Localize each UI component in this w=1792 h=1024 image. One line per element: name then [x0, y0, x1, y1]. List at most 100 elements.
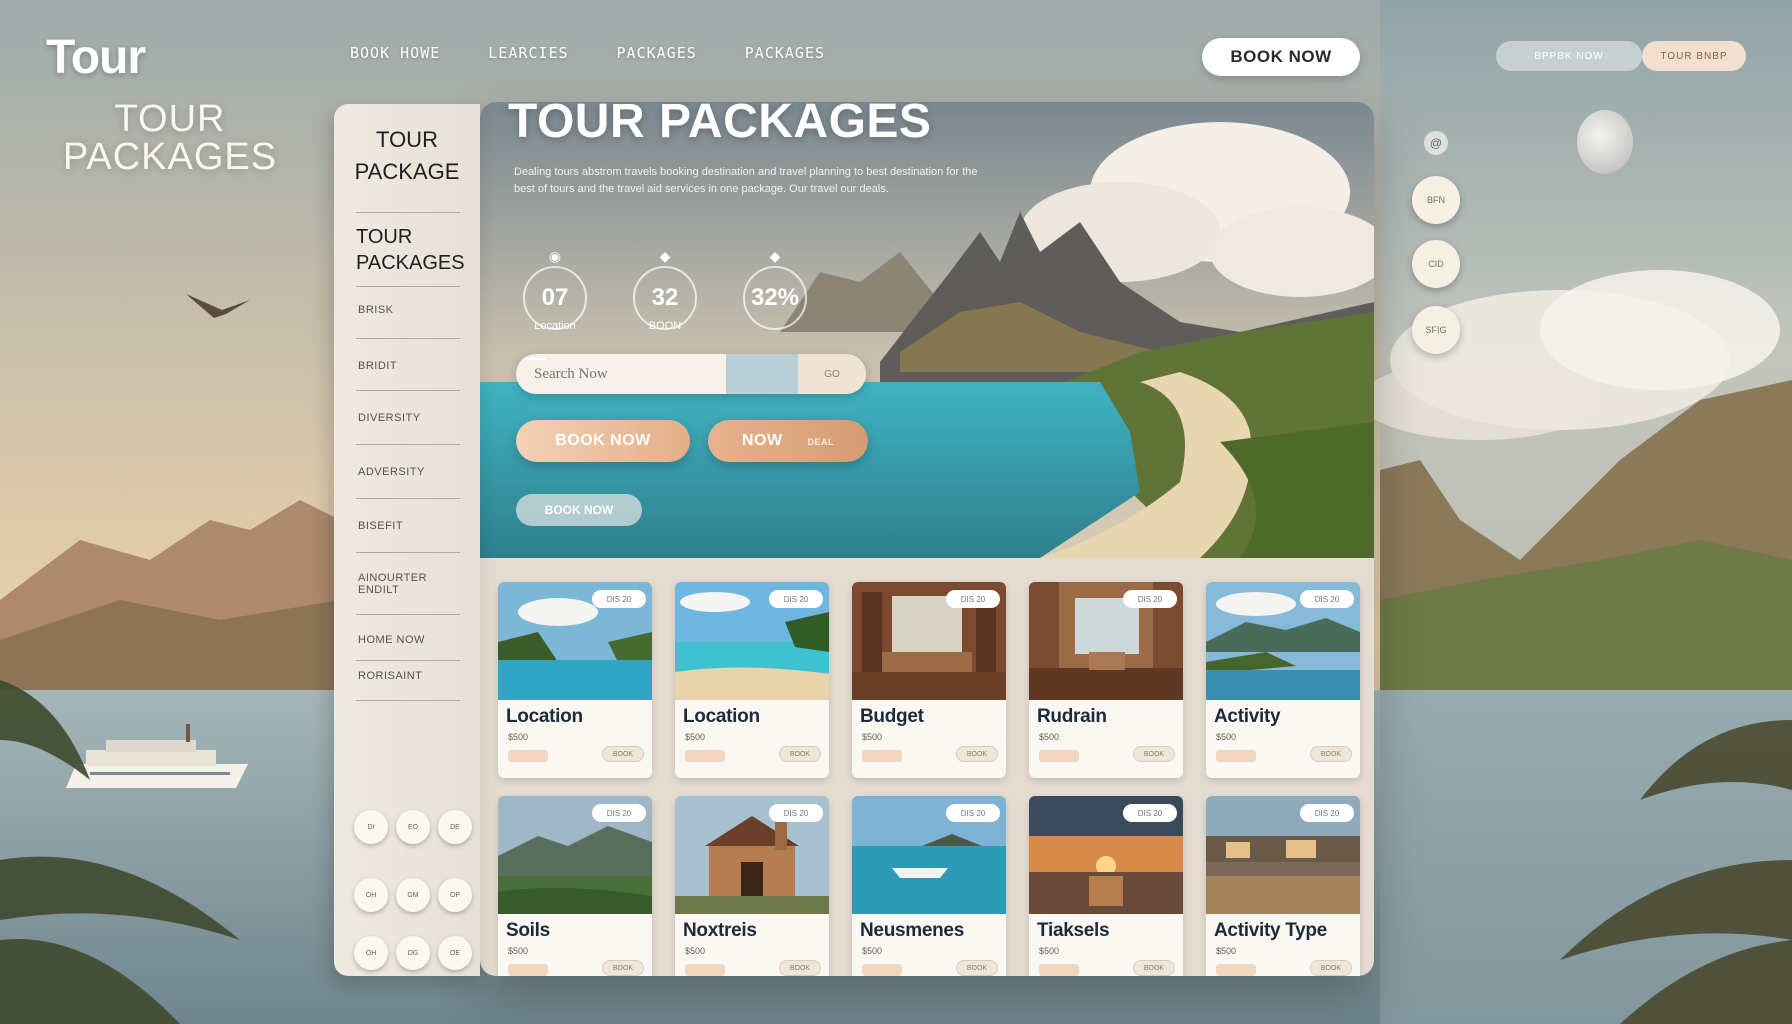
search-go-button[interactable]: GO — [798, 354, 866, 394]
dot-button[interactable]: EO — [396, 810, 430, 844]
dot-button[interactable]: GM — [396, 878, 430, 912]
package-card[interactable]: DIS 20 Tiaksels $500 BOOK — [1029, 796, 1183, 976]
card-badge: DIS 20 — [1300, 590, 1354, 608]
sidebar-dot-row: OH DG OE — [354, 936, 472, 970]
search-toggle[interactable] — [516, 354, 798, 394]
card-title: Noxtreis — [683, 920, 757, 941]
dot-button[interactable]: OH — [354, 936, 388, 970]
card-book-button[interactable]: BOOK — [1133, 960, 1175, 976]
nav-link-searches[interactable]: LEARCIES — [488, 44, 568, 62]
hero-book-now-button[interactable]: BOOK NOW — [516, 420, 690, 462]
card-price: $500 — [508, 732, 529, 742]
hero-now-button[interactable]: NOW DEAL — [708, 420, 868, 462]
nav-link-book-home[interactable]: BOOK HOWE — [350, 44, 440, 62]
card-badge: DIS 20 — [592, 590, 646, 608]
divider — [356, 614, 460, 615]
card-tag — [1039, 964, 1079, 976]
sidebar-item-diversity[interactable]: DIVERSITY — [358, 412, 458, 424]
card-book-button[interactable]: BOOK — [1310, 746, 1352, 762]
card-tag — [1216, 750, 1256, 762]
nav-book-now-button[interactable]: BOOK NOW — [1202, 38, 1360, 76]
card-image: DIS 20 — [1206, 796, 1360, 914]
nav-link-packages-2[interactable]: PACKAGES — [745, 44, 825, 62]
dot-button[interactable]: OH — [354, 878, 388, 912]
card-title: Activity Type — [1214, 920, 1327, 941]
package-card[interactable]: DIS 20 Neusmenes $500 BOOK — [852, 796, 1006, 976]
dot-button[interactable]: OP — [438, 878, 472, 912]
card-price: $500 — [1216, 732, 1237, 742]
card-image: DIS 20 — [498, 582, 652, 700]
sidebar-subheading[interactable]: TOUR PACKAGES — [356, 224, 476, 276]
card-tag — [508, 750, 548, 762]
sidebar-item-bridit[interactable]: BRIDIT — [358, 360, 458, 372]
nav-tour-pill[interactable]: TOUR BNBP — [1642, 41, 1746, 71]
package-card[interactable]: DIS 20 Rudrain $500 BOOK — [1029, 582, 1183, 778]
sidebar-item-rorisaint[interactable]: RORISAINT — [358, 670, 458, 682]
card-price: $500 — [1039, 946, 1060, 956]
card-badge: DIS 20 — [1300, 804, 1354, 822]
card-tag — [862, 964, 902, 976]
card-book-button[interactable]: BOOK — [602, 960, 644, 976]
card-book-button[interactable]: BOOK — [1310, 960, 1352, 976]
float-button-2[interactable]: CID — [1412, 240, 1460, 288]
card-title: Rudrain — [1037, 706, 1107, 727]
divider — [356, 390, 460, 391]
card-image: DIS 20 — [852, 582, 1006, 700]
dot-button[interactable]: DI — [354, 810, 388, 844]
card-title: Activity — [1214, 706, 1281, 727]
card-price: $500 — [862, 946, 883, 956]
package-card[interactable]: DIS 20 Noxtreis $500 BOOK — [675, 796, 829, 976]
card-tag — [862, 750, 902, 762]
card-tag — [508, 964, 548, 976]
dot-button[interactable]: DE — [438, 810, 472, 844]
card-price: $500 — [685, 946, 706, 956]
hero-ghost-button[interactable]: BOOK NOW — [516, 494, 642, 526]
dot-button[interactable]: DG — [396, 936, 430, 970]
card-badge: DIS 20 — [769, 590, 823, 608]
card-book-button[interactable]: BOOK — [956, 746, 998, 762]
stats-row: ◉ 07 Location ◆ 32 BOON ◆ 32% — [520, 248, 810, 332]
card-badge: DIS 20 — [946, 804, 1000, 822]
sidebar-item-ainourter[interactable]: AINOURTER ENDILT — [358, 572, 458, 596]
now-tag: DEAL — [807, 437, 835, 447]
dot-button[interactable]: OE — [438, 936, 472, 970]
package-card[interactable]: DIS 20 Activity Type $500 BOOK — [1206, 796, 1360, 976]
search-bar: GO — [516, 354, 866, 394]
sidebar: TOUR PACKAGE TOUR PACKAGES BRISK BRIDIT … — [334, 104, 480, 976]
card-book-button[interactable]: BOOK — [602, 746, 644, 762]
package-card[interactable]: DIS 20 Location $500 BOOK — [498, 582, 652, 778]
hero-description: Dealing tours abstrom travels booking de… — [514, 166, 978, 195]
card-book-button[interactable]: BOOK — [1133, 746, 1175, 762]
spiral-icon[interactable]: @ — [1424, 131, 1448, 155]
search-input[interactable] — [516, 354, 726, 394]
float-button-1[interactable]: BFN — [1412, 176, 1460, 224]
package-card[interactable]: DIS 20 Location $500 BOOK — [675, 582, 829, 778]
sidebar-item-bisefit[interactable]: BISEFIT — [358, 520, 458, 532]
sidebar-heading: TOUR PACKAGE — [354, 127, 460, 184]
package-card[interactable]: DIS 20 Activity $500 BOOK — [1206, 582, 1360, 778]
brand-logo[interactable]: Tour — [46, 30, 146, 85]
sidebar-item-adversity[interactable]: ADVERSITY — [358, 466, 458, 478]
top-nav: BOOK HOWE LEARCIES PACKAGES PACKAGES — [350, 44, 873, 62]
package-card[interactable]: DIS 20 Budget $500 BOOK — [852, 582, 1006, 778]
stat-locations: ◉ 07 Location — [520, 248, 590, 332]
card-image: DIS 20 — [1206, 582, 1360, 700]
card-badge: DIS 20 — [946, 590, 1000, 608]
sidebar-item-home-now[interactable]: HOME NOW — [358, 634, 458, 646]
card-book-button[interactable]: BOOK — [956, 960, 998, 976]
card-badge: DIS 20 — [1123, 804, 1177, 822]
nav-link-packages[interactable]: PACKAGES — [617, 44, 697, 62]
divider — [356, 498, 460, 499]
float-button-3[interactable]: SFIG — [1412, 306, 1460, 354]
card-book-button[interactable]: BOOK — [779, 746, 821, 762]
divider — [356, 286, 460, 287]
card-image: DIS 20 — [675, 582, 829, 700]
nav-book-pill[interactable]: BPPBK NOW — [1496, 41, 1642, 71]
card-tag — [1039, 750, 1079, 762]
card-image: DIS 20 — [1029, 582, 1183, 700]
card-image: DIS 20 — [498, 796, 652, 914]
card-book-button[interactable]: BOOK — [779, 960, 821, 976]
slider-icon — [516, 358, 546, 360]
package-card[interactable]: DIS 20 Soils $500 BOOK — [498, 796, 652, 976]
sidebar-item-brisk[interactable]: BRISK — [358, 304, 458, 316]
